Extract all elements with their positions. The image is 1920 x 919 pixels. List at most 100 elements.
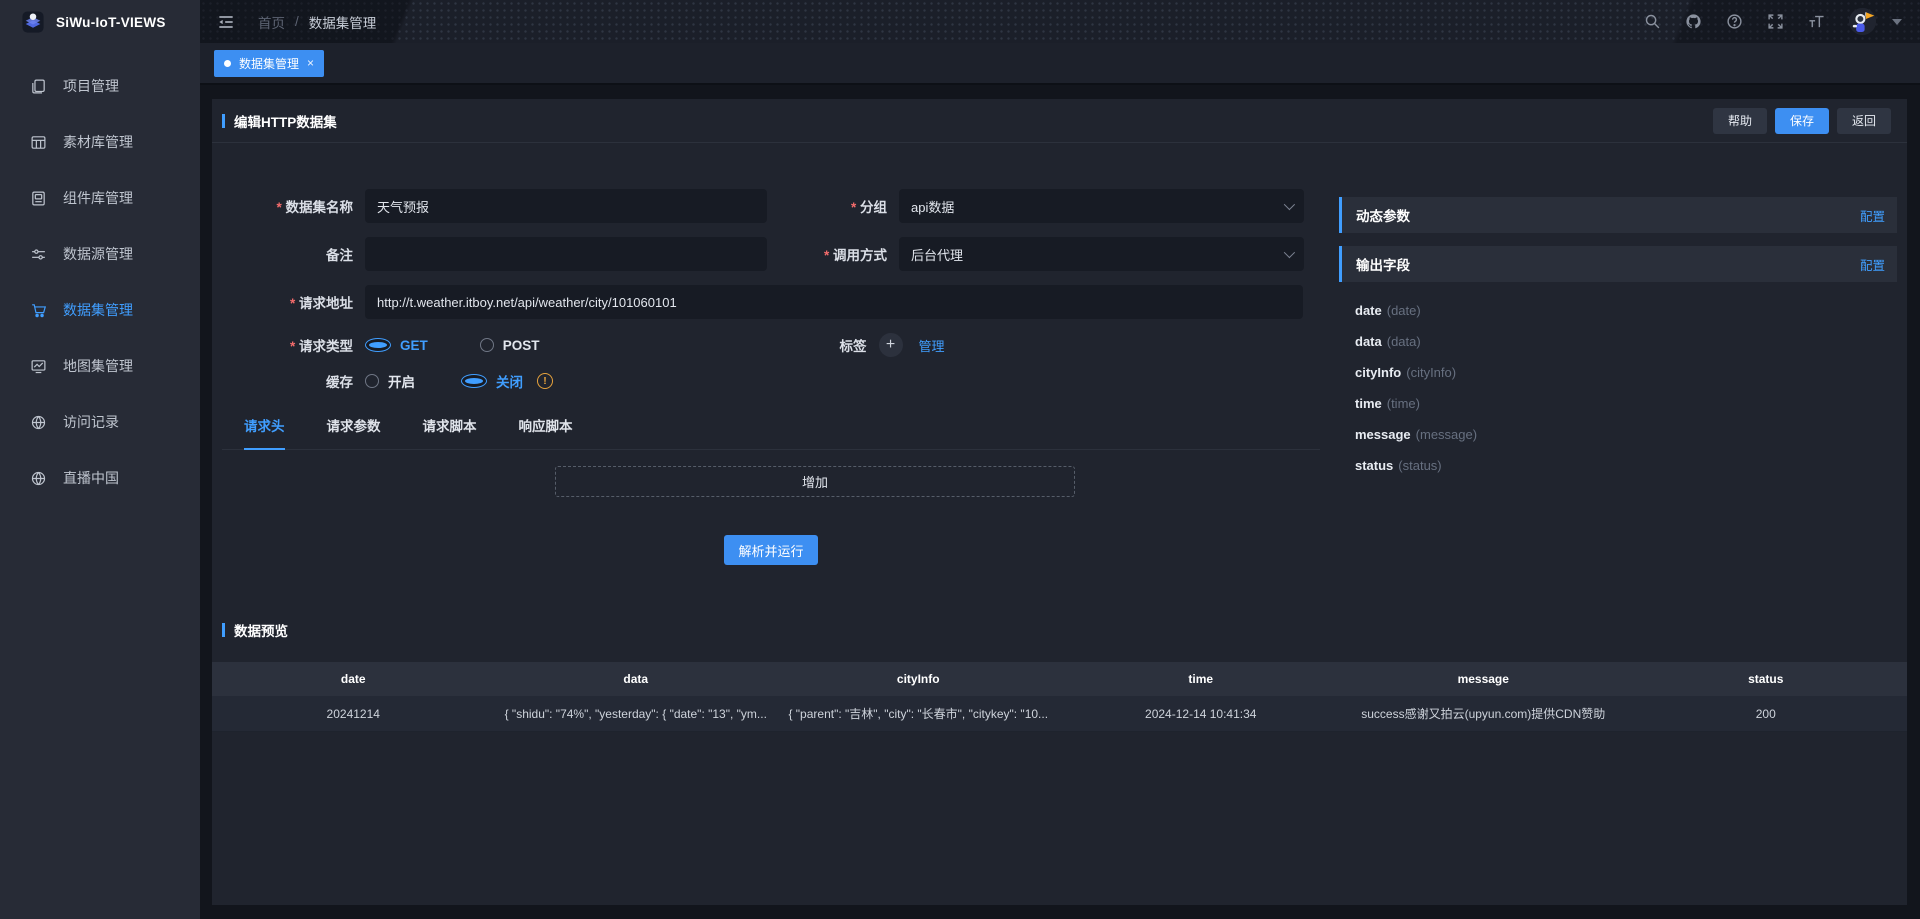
cell-time: 2024-12-14 10:41:34 xyxy=(1060,707,1343,721)
github-icon[interactable] xyxy=(1685,13,1702,30)
sidebar-item-label: 项目管理 xyxy=(63,76,119,96)
editor-card-header: 编辑HTTP数据集 帮助 保存 返回 xyxy=(212,99,1907,143)
sidebar-item-label: 访问记录 xyxy=(63,412,119,432)
request-tabs: 请求头 请求参数 请求脚本 响应脚本 xyxy=(222,415,1320,450)
editor-card: 编辑HTTP数据集 帮助 保存 返回 数据集名称 分组 api数据 备注 调用方… xyxy=(212,99,1907,905)
avatar[interactable] xyxy=(1849,8,1876,35)
preview-table-header: date data cityInfo time message status xyxy=(212,662,1907,696)
help-button[interactable]: 帮助 xyxy=(1713,108,1767,134)
sidebar-item-label: 数据集管理 xyxy=(63,300,133,320)
field-alias: (message) xyxy=(1416,427,1477,442)
radio-unselected-icon xyxy=(365,374,379,388)
panel-accent-bar xyxy=(1339,246,1342,282)
request-url-label: 请求地址 xyxy=(222,292,365,312)
help-icon[interactable] xyxy=(1726,13,1743,30)
column-header-cityinfo: cityInfo xyxy=(777,672,1060,686)
cell-data: { "shidu": "74%", "yesterday": { "date":… xyxy=(495,707,778,721)
configure-output-fields-link[interactable]: 配置 xyxy=(1860,255,1885,274)
field-alias: (time) xyxy=(1387,396,1420,411)
form-row-remark-invoke: 备注 调用方式 后台代理 xyxy=(222,237,1320,271)
parse-and-run-button[interactable]: 解析并运行 xyxy=(724,535,818,565)
add-tag-button[interactable] xyxy=(879,333,903,357)
form-row-method-tags: 请求类型 GET POST 标签 管理 xyxy=(222,333,1320,357)
run-row: 解析并运行 xyxy=(222,535,1320,565)
invoke-method-select[interactable]: 后台代理 xyxy=(899,237,1304,271)
sidebar-item-map-library[interactable]: 地图集管理 xyxy=(0,338,200,394)
data-preview-section: 数据预览 date data cityInfo time message sta… xyxy=(212,620,1907,732)
radio-selected-icon xyxy=(461,374,487,388)
tab-request-script[interactable]: 请求脚本 xyxy=(423,415,477,449)
sidebar-item-label: 素材库管理 xyxy=(63,132,133,152)
dataset-name-input[interactable] xyxy=(365,189,767,223)
cell-cityinfo: { "parent": "吉林", "city": "长春市", "cityke… xyxy=(777,705,1060,722)
caret-down-icon[interactable] xyxy=(1892,19,1902,25)
tab-request-headers[interactable]: 请求头 xyxy=(244,415,285,450)
sidebar-item-live-china[interactable]: 直播中国 xyxy=(0,450,200,506)
sidebar-item-component-library[interactable]: 组件库管理 xyxy=(0,170,200,226)
search-icon[interactable] xyxy=(1644,13,1661,30)
sidebar-menu: 项目管理 素材库管理 组件库管理 数据源管理 数据集管理 地图集管理 访问记录 xyxy=(0,44,200,506)
dataset-name-label: 数据集名称 xyxy=(222,196,365,216)
field-alias: (cityInfo) xyxy=(1406,365,1456,380)
form-row-cache: 缓存 开启 关闭 xyxy=(222,371,1320,391)
output-field-date: date(date) xyxy=(1339,295,1897,326)
close-tab-icon[interactable] xyxy=(307,56,314,70)
request-type-radios: GET POST xyxy=(365,338,540,353)
manage-tags-link[interactable]: 管理 xyxy=(919,336,945,355)
save-button[interactable]: 保存 xyxy=(1775,108,1829,134)
field-name: message xyxy=(1355,427,1411,442)
font-size-icon[interactable] xyxy=(1808,13,1825,30)
output-field-message: message (message) xyxy=(1339,419,1897,450)
radio-get[interactable]: GET xyxy=(365,338,428,353)
logo-cube-icon xyxy=(20,9,46,35)
sidebar-item-material-library[interactable]: 素材库管理 xyxy=(0,114,200,170)
sidebar-item-dataset[interactable]: 数据集管理 xyxy=(0,282,200,338)
tab-dataset-management[interactable]: 数据集管理 xyxy=(214,50,324,77)
data-preview-title: 数据预览 xyxy=(234,620,288,640)
output-field-data: data(data) xyxy=(1339,326,1897,357)
group-select[interactable]: api数据 xyxy=(899,189,1304,223)
invoke-method-value: 后台代理 xyxy=(911,245,963,264)
collapse-sidebar-icon[interactable] xyxy=(216,12,236,32)
dataset-cart-icon xyxy=(30,302,47,319)
app-logo: SiWu-IoT-VIEWS xyxy=(0,0,200,44)
map-library-icon xyxy=(30,358,47,375)
back-button[interactable]: 返回 xyxy=(1837,108,1891,134)
app-title: SiWu-IoT-VIEWS xyxy=(56,15,166,30)
request-url-input[interactable] xyxy=(365,285,1303,319)
column-header-date: date xyxy=(212,672,495,686)
remark-input[interactable] xyxy=(365,237,767,271)
section-accent-bar xyxy=(222,114,225,128)
sidebar-item-project[interactable]: 项目管理 xyxy=(0,58,200,114)
component-library-icon xyxy=(30,190,47,207)
material-library-icon xyxy=(30,134,47,151)
add-header-row-button[interactable]: 增加 xyxy=(555,466,1075,497)
output-fields-header: 输出字段 配置 xyxy=(1339,246,1897,282)
page-tabbar: 数据集管理 xyxy=(200,43,1920,85)
cache-label: 缓存 xyxy=(222,371,365,391)
cell-date: 20241214 xyxy=(212,707,495,721)
dataset-form: 数据集名称 分组 api数据 备注 调用方式 后台代理 请求地址 请求类型 xyxy=(212,143,1320,565)
project-icon xyxy=(30,78,47,95)
field-name: date xyxy=(1355,303,1382,318)
tab-request-params[interactable]: 请求参数 xyxy=(327,415,381,449)
radio-cache-off[interactable]: 关闭 xyxy=(461,371,523,391)
column-header-data: data xyxy=(495,672,778,686)
output-field-status: status(status) xyxy=(1339,450,1897,481)
dynamic-params-title: 动态参数 xyxy=(1356,205,1410,225)
globe-icon xyxy=(30,414,47,431)
breadcrumb-home[interactable]: 首页 xyxy=(258,12,285,32)
sidebar-item-access-log[interactable]: 访问记录 xyxy=(0,394,200,450)
fullscreen-icon[interactable] xyxy=(1767,13,1784,30)
section-accent-bar xyxy=(222,623,225,637)
radio-cache-on[interactable]: 开启 xyxy=(365,371,415,391)
radio-post[interactable]: POST xyxy=(480,338,540,353)
configure-dynamic-params-link[interactable]: 配置 xyxy=(1860,206,1885,225)
sidebar-item-datasource[interactable]: 数据源管理 xyxy=(0,226,200,282)
tab-response-script[interactable]: 响应脚本 xyxy=(519,415,573,449)
chevron-down-icon xyxy=(1284,199,1295,210)
output-field-cityinfo: cityInfo(cityInfo) xyxy=(1339,357,1897,388)
tags-label: 标签 xyxy=(840,335,879,355)
cache-off-label: 关闭 xyxy=(496,371,523,391)
cache-radios: 开启 关闭 xyxy=(365,371,523,391)
